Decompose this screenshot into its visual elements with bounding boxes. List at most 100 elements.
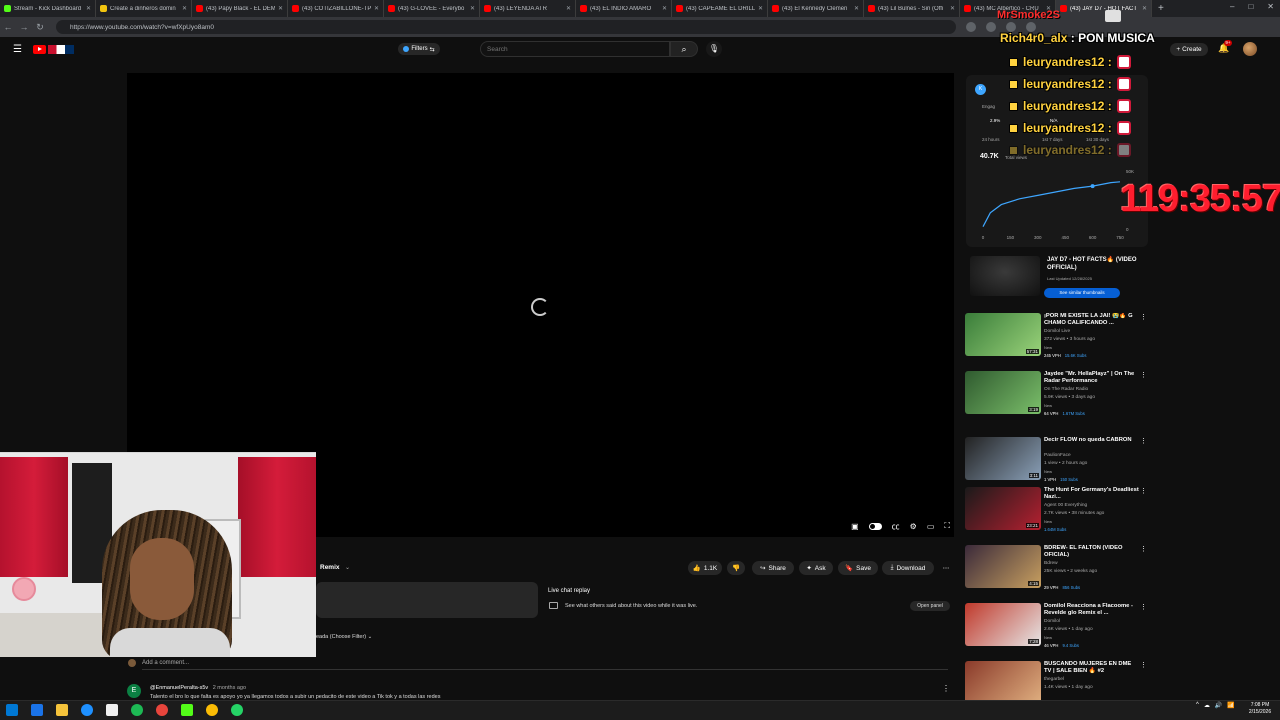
browser-tab[interactable]: (43) El Kennedy Clemen ✕ <box>768 0 864 17</box>
dislike-button[interactable]: 👎 <box>727 561 745 575</box>
featured-thumbnail[interactable] <box>970 256 1040 296</box>
recommendation-channel[interactable]: thegarbel <box>1044 677 1064 682</box>
spotify-icon[interactable] <box>131 704 143 716</box>
add-comment-input[interactable]: Add a comment... <box>142 660 189 666</box>
search-taskbar-icon[interactable] <box>31 704 43 716</box>
tab-close-icon[interactable]: ✕ <box>374 5 379 12</box>
browser-tab[interactable]: (43) Papy Black - EL DEM ✕ <box>192 0 288 17</box>
save-button[interactable]: 🔖 Save <box>838 561 878 575</box>
account-avatar[interactable] <box>1243 42 1257 56</box>
browser-tab[interactable]: (43) COTIZABILLONE-TP ✕ <box>288 0 384 17</box>
recommendation-channel[interactable]: Domilol Live <box>1044 329 1070 334</box>
recommendation-item[interactable]: 23:21 The Hunt For Germany's Deadliest Na… <box>965 487 1147 539</box>
browser-tab[interactable]: Create a dinheros domin ✕ <box>96 0 192 17</box>
browser-tab[interactable]: (43) EL INDIO AMARO ✕ <box>576 0 672 17</box>
tray-chevron-icon[interactable]: ^ <box>1196 702 1199 709</box>
fullscreen-icon[interactable]: ⛶ <box>944 521 950 531</box>
tab-close-icon[interactable]: ✕ <box>278 5 283 12</box>
recommendation-channel[interactable]: PaulionFace <box>1044 453 1071 458</box>
recommendation-thumbnail[interactable]: 3:11 <box>965 437 1041 480</box>
recommendation-thumbnail[interactable]: 3:19 <box>965 371 1041 414</box>
edge-icon[interactable] <box>81 704 93 716</box>
open-panel-button[interactable]: Open panel <box>910 601 950 611</box>
close-window-button[interactable]: ✕ <box>1267 2 1274 11</box>
miniplayer-icon[interactable]: ▭ <box>927 522 935 531</box>
recommendation-menu-icon[interactable]: ⋮ <box>1140 603 1147 611</box>
ask-button[interactable]: ✦ Ask <box>799 561 833 575</box>
recommendation-thumbnail[interactable]: 7:28 <box>965 603 1041 646</box>
search-input[interactable] <box>480 41 670 57</box>
like-button[interactable]: 👍 1.1K <box>688 561 722 575</box>
kick-icon[interactable] <box>181 704 193 716</box>
extension-icon[interactable] <box>966 22 976 32</box>
reload-icon[interactable]: ↻ <box>32 22 48 33</box>
recommendation-item[interactable]: 3:11 Decir FLOW no queda CABRÓN PaulionFac… <box>965 437 1147 489</box>
browser-tab[interactable]: (43) Lil Bulnes - Sin (Offi ✕ <box>864 0 960 17</box>
recommendation-channel[interactable]: Agent 00 Everything <box>1044 503 1087 508</box>
new-tab-button[interactable]: + <box>1152 3 1170 14</box>
chevron-down-icon[interactable]: ⌄ <box>345 564 350 571</box>
browser-tab[interactable]: (43) JAY D7 - HOT FACT ✕ <box>1056 0 1152 17</box>
comment-menu-icon[interactable]: ⋮ <box>942 684 950 693</box>
voice-search-button[interactable]: 🎙 <box>706 41 722 57</box>
commenter-avatar[interactable]: E <box>127 684 141 698</box>
similar-thumbnails-button[interactable]: See similar thumbnails <box>1044 288 1120 298</box>
recommendation-title[interactable]: The Hunt For Germany's Deadliest Nazi... <box>1044 487 1139 501</box>
recommendation-thumbnail[interactable]: 4:15 <box>965 545 1041 588</box>
recommendation-title[interactable]: Jaydee "Mr. HellaPlayz" | On The Radar P… <box>1044 371 1139 385</box>
recommendation-thumbnail[interactable]: 57:31 <box>965 313 1041 356</box>
browser-tab[interactable]: Stream - Kick Dashboard ✕ <box>0 0 96 17</box>
autoplay-icon[interactable]: ▣ <box>851 522 859 531</box>
taskbar-clock[interactable]: 7:08 PM 2/15/2026 <box>1246 702 1274 716</box>
create-button[interactable]: + Create <box>1170 43 1208 56</box>
tab-close-icon[interactable]: ✕ <box>470 5 475 12</box>
back-icon[interactable]: ← <box>0 22 16 32</box>
volume-icon[interactable]: 🔊 <box>1215 702 1222 709</box>
share-button[interactable]: ↪ Share <box>752 561 794 575</box>
system-tray[interactable]: ^ ☁ 🔊 📶 <box>1196 702 1235 709</box>
whatsapp-icon[interactable] <box>231 704 243 716</box>
browser-tab[interactable]: (43) LEYENDA ATR ✕ <box>480 0 576 17</box>
recommendation-menu-icon[interactable]: ⋮ <box>1140 371 1147 379</box>
download-button[interactable]: ⤓ Download <box>882 561 934 575</box>
recommendation-menu-icon[interactable]: ⋮ <box>1140 313 1147 321</box>
onedrive-icon[interactable]: ☁ <box>1204 702 1210 709</box>
tab-close-icon[interactable]: ✕ <box>662 5 667 12</box>
recommendation-item[interactable]: 57:31 ¡POR MI EXISTE LA JAI! 😭🔥 G CHAMO C… <box>965 313 1147 365</box>
tab-close-icon[interactable]: ✕ <box>1142 5 1147 12</box>
tab-close-icon[interactable]: ✕ <box>950 5 955 12</box>
notepad-icon[interactable] <box>106 704 118 716</box>
chrome-icon[interactable] <box>206 704 218 716</box>
network-icon[interactable]: 📶 <box>1227 702 1234 709</box>
recommendation-thumbnail[interactable]: 23:21 <box>965 487 1041 530</box>
recommendation-title[interactable]: ¡POR MI EXISTE LA JAI! 😭🔥 G CHAMO CALIFI… <box>1044 313 1139 327</box>
recommendation-thumbnail[interactable] <box>965 661 1041 704</box>
tab-close-icon[interactable]: ✕ <box>182 5 187 12</box>
obs-icon[interactable] <box>156 704 168 716</box>
extension-icon[interactable] <box>986 22 996 32</box>
tab-close-icon[interactable]: ✕ <box>758 5 763 12</box>
description-box[interactable] <box>316 582 538 618</box>
browser-tab[interactable]: (43) G-LOVEE - Everybo ✕ <box>384 0 480 17</box>
recommendation-menu-icon[interactable]: ⋮ <box>1140 437 1147 445</box>
tab-close-icon[interactable]: ✕ <box>854 5 859 12</box>
minimize-button[interactable]: – <box>1230 2 1234 11</box>
recommendation-channel[interactable]: On The Radar Radio <box>1044 387 1088 392</box>
recommendation-item[interactable]: 4:15 BDREW- EL FALTON (VIDEO OFICIAL) Bdre… <box>965 545 1147 597</box>
recommendation-channel[interactable]: Bdrew <box>1044 561 1058 566</box>
settings-gear-icon[interactable]: ⚙ <box>910 522 917 531</box>
recommendation-menu-icon[interactable]: ⋮ <box>1140 661 1147 669</box>
start-icon[interactable] <box>6 704 18 716</box>
subtitles-icon[interactable]: ㏄ <box>892 521 900 532</box>
recommendation-menu-icon[interactable]: ⋮ <box>1140 487 1147 495</box>
forward-icon[interactable]: → <box>16 22 32 32</box>
url-field[interactable]: https://www.youtube.com/watch?v=wfXpUyo8… <box>56 20 956 34</box>
recommendation-item[interactable]: 7:28 Domilol Reacciona a Flacoome - Revel… <box>965 603 1147 655</box>
maximize-button[interactable]: □ <box>1248 2 1253 11</box>
featured-title[interactable]: JAY D7 - HOT FACTS🔥 (VIDEO OFFICIAL) <box>1047 257 1147 272</box>
search-button[interactable]: ⌕ <box>670 41 698 57</box>
recommendation-menu-icon[interactable]: ⋮ <box>1140 545 1147 553</box>
hamburger-menu-icon[interactable]: ☰ <box>13 44 23 55</box>
youtube-logo[interactable] <box>33 43 81 55</box>
commenter-handle[interactable]: @EnmanuelPeralta-s5v 2 months ago <box>150 685 246 691</box>
